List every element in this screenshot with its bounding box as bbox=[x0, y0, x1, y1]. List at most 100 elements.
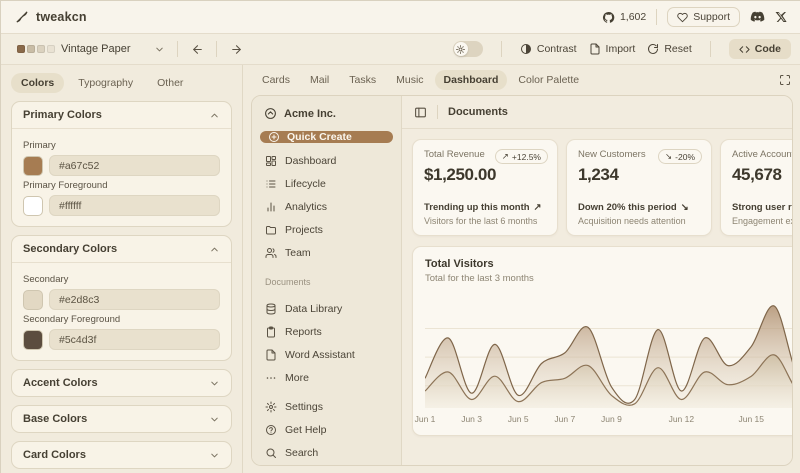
preview-tab-tasks[interactable]: Tasks bbox=[340, 70, 385, 90]
sidebar-item-settings[interactable]: Settings bbox=[260, 395, 393, 418]
sidebar-item-analytics[interactable]: Analytics bbox=[260, 195, 393, 218]
discord-icon[interactable] bbox=[750, 11, 765, 23]
sidebar-item-search[interactable]: Search bbox=[260, 441, 393, 464]
quick-create-button[interactable]: Quick Create bbox=[260, 131, 393, 143]
editor-tab-colors[interactable]: Colors bbox=[11, 73, 64, 93]
sidebar-item-label: Settings bbox=[285, 401, 323, 413]
metric-footer-primary: Strong user retention↗ bbox=[732, 202, 792, 213]
hex-value-input[interactable] bbox=[49, 195, 220, 216]
documents-section-label: Documents bbox=[265, 277, 388, 287]
color-field-label: Secondary bbox=[23, 274, 220, 285]
hex-value-input[interactable] bbox=[49, 289, 220, 310]
color-swatch[interactable] bbox=[23, 290, 43, 310]
section-title: Secondary Colors bbox=[23, 243, 117, 255]
preview-tab-music[interactable]: Music bbox=[387, 70, 432, 90]
sidebar-nav: Dashboard Lifecycle Analytics ProjectsTeam bbox=[260, 149, 393, 264]
sun-icon bbox=[454, 42, 468, 56]
preview-tab-mail[interactable]: Mail bbox=[301, 70, 338, 90]
clipboard-icon bbox=[265, 326, 277, 338]
metric-card-new-customers: New Customers↘-20%1,234Down 20% this per… bbox=[566, 139, 712, 236]
panel-toggle-icon[interactable] bbox=[414, 106, 427, 119]
color-section: Base Colors bbox=[11, 405, 232, 433]
app-title: tweakcn bbox=[36, 10, 87, 24]
theme-mode-toggle[interactable] bbox=[453, 41, 483, 57]
list-icon bbox=[265, 178, 277, 190]
org-switcher[interactable]: Acme Inc. bbox=[260, 105, 393, 120]
contrast-button[interactable]: Contrast bbox=[520, 43, 577, 55]
trend-up-icon: ↗ bbox=[502, 151, 509, 162]
import-file-icon bbox=[589, 43, 601, 55]
x-tick-label: Jun 3 bbox=[461, 414, 482, 424]
sidebar-item-dashboard[interactable]: Dashboard bbox=[260, 149, 393, 172]
sidebar-item-data-library[interactable]: Data Library bbox=[260, 297, 393, 320]
theme-toolbar: Vintage Paper Contrast Import Reset Code bbox=[1, 34, 800, 65]
toolbar-separator bbox=[177, 41, 178, 57]
code-button[interactable]: Code bbox=[729, 39, 791, 59]
color-field: Secondary bbox=[23, 274, 220, 310]
dashboard-content: Total Revenue↗+12.5%$1,250.00Trending up… bbox=[402, 129, 792, 465]
sidebar-item-team[interactable]: Team bbox=[260, 241, 393, 264]
sidebar-item-reports[interactable]: Reports bbox=[260, 320, 393, 343]
fullscreen-icon[interactable] bbox=[779, 74, 791, 86]
sidebar-item-word-assistant[interactable]: Word Assistant bbox=[260, 343, 393, 366]
color-swatch[interactable] bbox=[23, 196, 43, 216]
sidebar-item-label: Lifecycle bbox=[285, 178, 326, 190]
sidebar-item-get-help[interactable]: Get Help bbox=[260, 418, 393, 441]
color-swatch[interactable] bbox=[23, 330, 43, 350]
sidebar-item-more[interactable]: More bbox=[260, 366, 393, 389]
area-chart[interactable] bbox=[425, 296, 792, 408]
section-header-primary-colors[interactable]: Primary Colors bbox=[12, 102, 231, 128]
x-twitter-icon[interactable] bbox=[775, 11, 787, 23]
chart-subtitle: Total for the last 3 months bbox=[425, 273, 792, 284]
dashboard-main: Documents Total Revenue↗+12.5%$1,250.00T… bbox=[402, 96, 792, 465]
app-header: tweakcn 1,602 Support bbox=[1, 1, 800, 34]
undo-button[interactable] bbox=[184, 39, 210, 59]
section-header-secondary-colors[interactable]: Secondary Colors bbox=[12, 236, 231, 262]
trend-badge: ↗+12.5% bbox=[495, 149, 548, 164]
plus-circle-icon bbox=[268, 131, 280, 143]
sidebar-item-projects[interactable]: Projects bbox=[260, 218, 393, 241]
metric-cards-row: Total Revenue↗+12.5%$1,250.00Trending up… bbox=[412, 139, 782, 236]
support-button[interactable]: Support bbox=[667, 7, 740, 27]
redo-button[interactable] bbox=[223, 39, 249, 59]
header-separator bbox=[656, 9, 657, 25]
chevron-down-icon bbox=[209, 414, 220, 425]
color-section: Primary ColorsPrimaryPrimary Foreground bbox=[11, 101, 232, 227]
heart-icon bbox=[677, 12, 688, 23]
preview-tab-dashboard[interactable]: Dashboard bbox=[435, 70, 508, 90]
reset-button[interactable]: Reset bbox=[647, 43, 691, 55]
color-field-label: Primary Foreground bbox=[23, 180, 220, 191]
code-icon bbox=[739, 44, 750, 55]
sidebar-item-lifecycle[interactable]: Lifecycle bbox=[260, 172, 393, 195]
chart-x-axis: Jun 1Jun 3Jun 5Jun 7Jun 9Jun 12Jun 15Jun… bbox=[425, 412, 792, 427]
color-field-label: Secondary Foreground bbox=[23, 314, 220, 325]
hex-value-input[interactable] bbox=[49, 155, 220, 176]
trend-badge-value: +12.5% bbox=[512, 152, 541, 162]
section-title: Base Colors bbox=[23, 413, 87, 425]
editor-tabs: ColorsTypographyOther bbox=[11, 73, 232, 93]
x-tick-label: Jun 9 bbox=[601, 414, 622, 424]
editor-tab-typography[interactable]: Typography bbox=[68, 73, 143, 93]
github-stars[interactable]: 1,602 bbox=[602, 11, 646, 24]
hex-value-input[interactable] bbox=[49, 329, 220, 350]
preview-area: CardsMailTasksMusicDashboardColor Palett… bbox=[243, 65, 800, 473]
theme-selector[interactable]: Vintage Paper bbox=[11, 40, 171, 58]
x-tick-label: Jun 7 bbox=[554, 414, 575, 424]
section-header-accent-colors[interactable]: Accent Colors bbox=[12, 370, 231, 396]
editor-panel: ColorsTypographyOther Primary ColorsPrim… bbox=[1, 65, 243, 473]
sidebar-documents-nav: Data LibraryReportsWord AssistantMore bbox=[260, 297, 393, 389]
x-tick-label: Jun 5 bbox=[508, 414, 529, 424]
section-header-base-colors[interactable]: Base Colors bbox=[12, 406, 231, 432]
theme-name: Vintage Paper bbox=[61, 43, 148, 55]
preview-tab-cards[interactable]: Cards bbox=[253, 70, 299, 90]
sidebar-item-label: Analytics bbox=[285, 201, 327, 213]
section-title: Accent Colors bbox=[23, 377, 98, 389]
import-button[interactable]: Import bbox=[589, 43, 636, 55]
color-swatch[interactable] bbox=[23, 156, 43, 176]
metric-label: Active Accounts bbox=[732, 149, 792, 160]
editor-tab-other[interactable]: Other bbox=[147, 73, 193, 93]
preview-tabs: CardsMailTasksMusicDashboardColor Palett… bbox=[243, 65, 800, 95]
preview-tab-color-palette[interactable]: Color Palette bbox=[509, 70, 588, 90]
section-header-card-colors[interactable]: Card Colors bbox=[12, 442, 231, 468]
app-logo[interactable]: tweakcn bbox=[15, 10, 87, 24]
